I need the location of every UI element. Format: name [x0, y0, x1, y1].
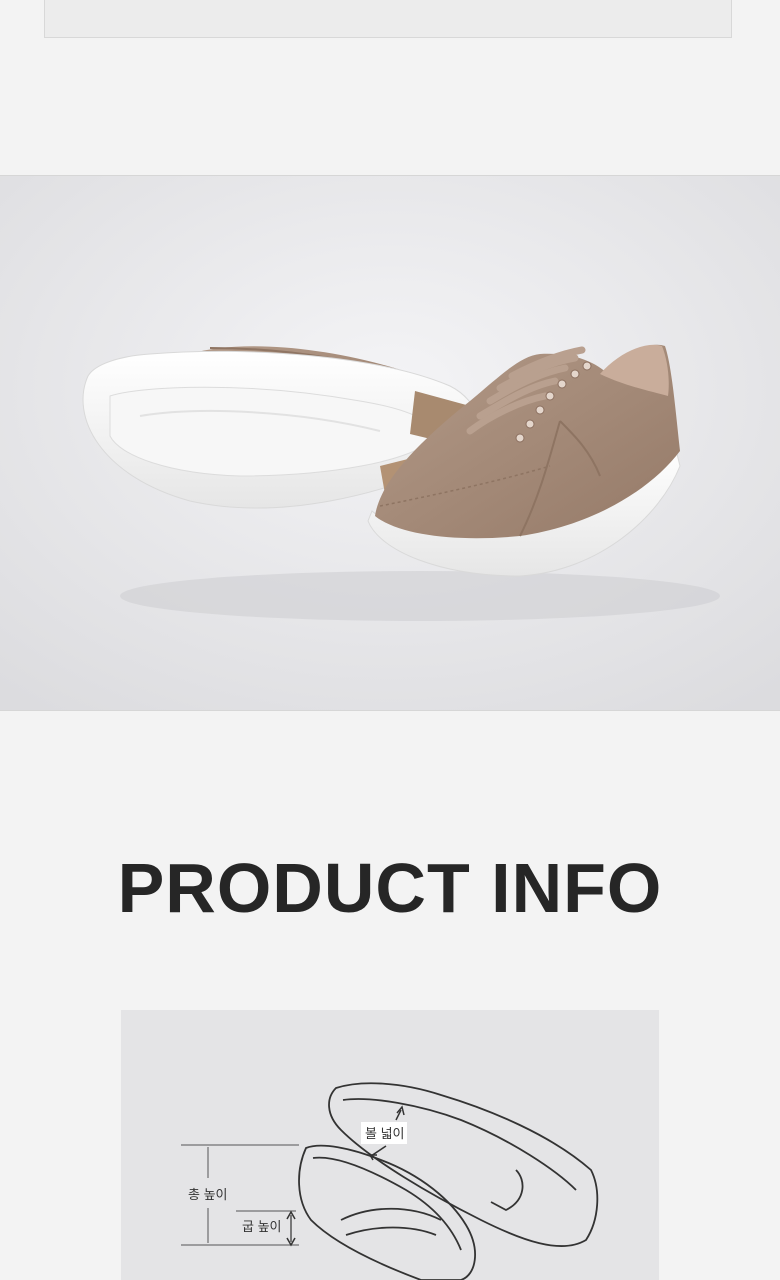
total-height-label: 총 높이 — [188, 1187, 228, 1202]
ball-width-label: 볼 넓이 — [365, 1126, 405, 1141]
size-guide-diagram: 총 높이 굽 높이 볼 넓이 — [121, 1010, 659, 1280]
sneaker-photo — [0, 176, 780, 710]
section-title: PRODUCT INFO — [117, 849, 663, 927]
product-photo — [0, 175, 780, 711]
heel-height-label: 굽 높이 — [242, 1219, 282, 1234]
previous-image-panel — [44, 0, 732, 38]
